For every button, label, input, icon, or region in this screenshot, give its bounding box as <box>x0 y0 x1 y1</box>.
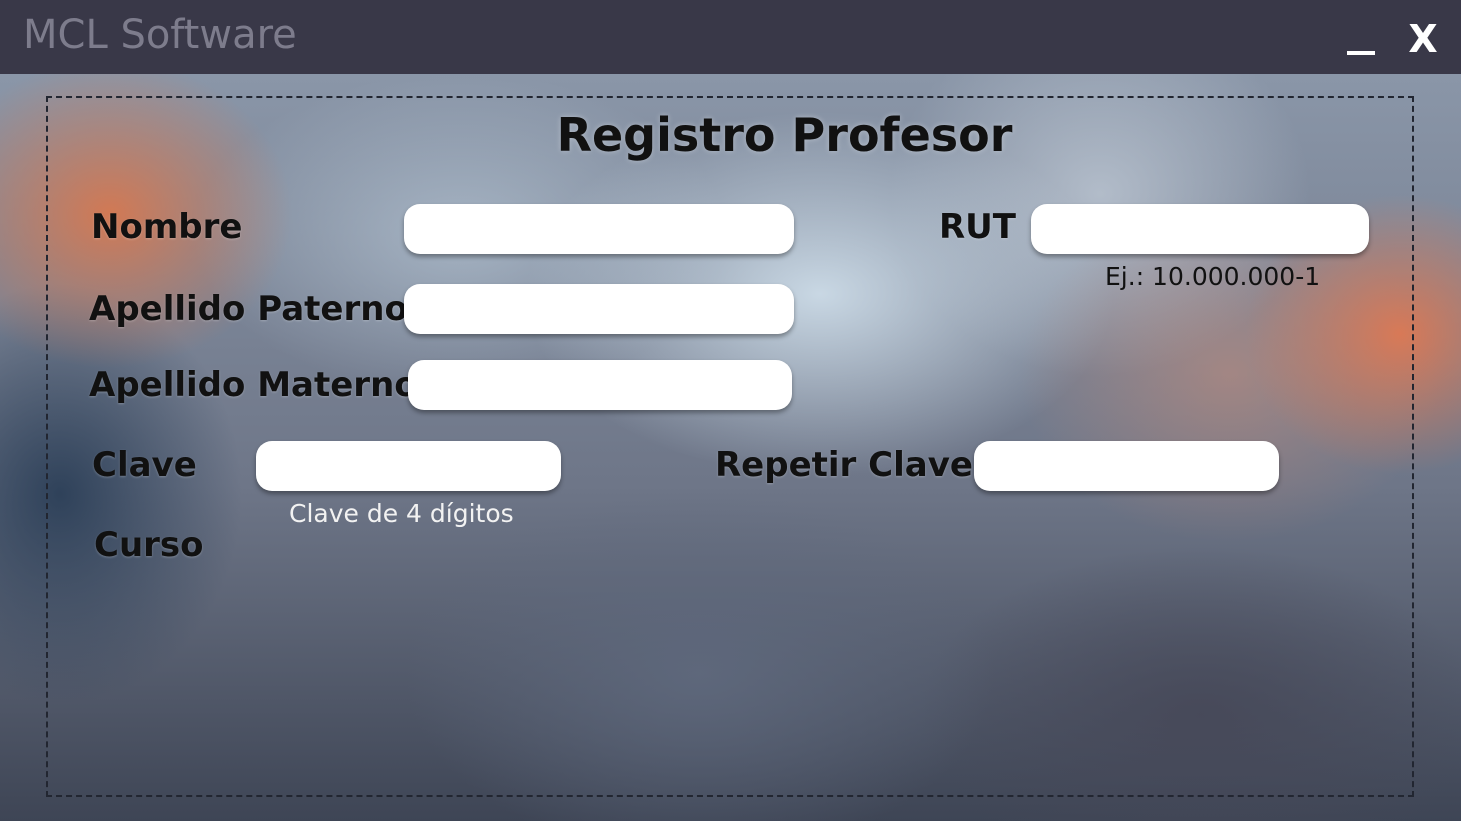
rut-hint: Ej.: 10.000.000-1 <box>1105 262 1321 291</box>
repetir-clave-input[interactable] <box>974 441 1279 491</box>
close-button[interactable]: X <box>1400 14 1446 61</box>
minimize-button[interactable] <box>1338 14 1384 60</box>
repetir-clave-label: Repetir Clave <box>715 445 973 485</box>
clave-input[interactable] <box>256 441 561 491</box>
apellido-materno-label: Apellido Materno <box>89 365 418 405</box>
curso-label: Curso <box>94 525 204 565</box>
form-title: Registro Profesor <box>556 108 1013 162</box>
clave-label: Clave <box>92 445 197 485</box>
window-titlebar[interactable]: MCL Software X <box>0 0 1461 74</box>
apellido-paterno-label: Apellido Paterno <box>89 289 408 329</box>
minimize-icon <box>1347 51 1375 55</box>
apellido-materno-input[interactable] <box>408 360 792 410</box>
app-title: MCL Software <box>23 12 297 58</box>
apellido-paterno-input[interactable] <box>404 284 794 334</box>
clave-hint: Clave de 4 dígitos <box>289 499 514 528</box>
rut-label: RUT <box>939 207 1016 247</box>
nombre-input[interactable] <box>404 204 794 254</box>
nombre-label: Nombre <box>91 207 243 247</box>
rut-input[interactable] <box>1031 204 1369 254</box>
